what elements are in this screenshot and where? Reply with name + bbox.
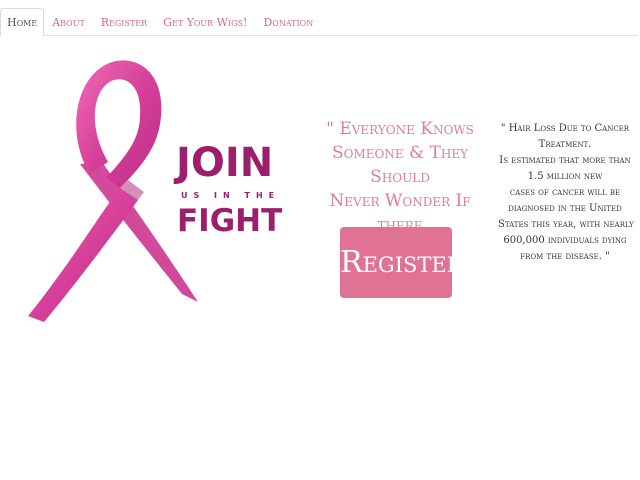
hero-banner: JOIN us in the FIGHT: [20, 54, 282, 324]
pink-ribbon-icon: [28, 60, 198, 322]
side-quote-line: cases of cancer will be: [509, 187, 621, 198]
tab-register[interactable]: Register: [93, 9, 155, 36]
side-quote-line: 1.5 million new: [527, 171, 603, 182]
register-button[interactable]: Register: [340, 227, 463, 298]
us-in-the-text: us in the: [181, 191, 281, 200]
side-quote-line: States this year, with nearly: [498, 219, 634, 230]
side-quote: " Hair Loss Due to Cancer Treatment. Is …: [498, 121, 634, 265]
nav-tabs: Home About Register Get Your Wigs! Donat…: [0, 8, 638, 37]
tab-donation[interactable]: Donation: [255, 9, 321, 36]
main-quote-line: " Everyone Knows: [326, 119, 474, 139]
tab-about[interactable]: About: [44, 9, 93, 36]
side-quote-line: diagnosed in the United: [508, 203, 622, 214]
side-quote-line: Is estimated that more than: [499, 155, 631, 166]
top-nav: Home About Register Get Your Wigs! Donat…: [0, 8, 638, 37]
join-text: JOIN: [176, 140, 274, 186]
main-quote-line: Someone & They Should: [331, 143, 469, 187]
tab-get-your-wigs[interactable]: Get Your Wigs!: [155, 9, 255, 36]
side-quote-line: " Hair Loss Due to Cancer: [500, 123, 630, 134]
side-quote-line: from the disease. ": [520, 251, 610, 262]
fight-text: FIGHT: [177, 203, 283, 239]
tab-home[interactable]: Home: [0, 8, 45, 37]
side-quote-line: Treatment.: [538, 139, 592, 150]
side-quote-line: 600,000 individuals dying: [503, 235, 627, 246]
